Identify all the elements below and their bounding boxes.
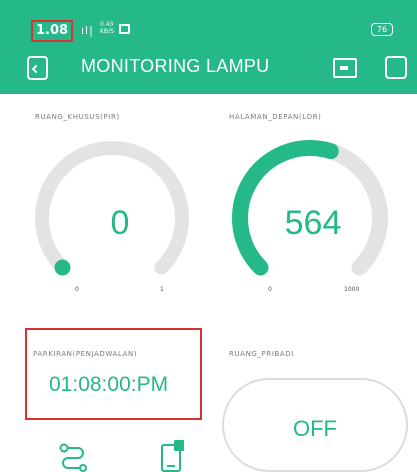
- gauge-pir-dot: [54, 259, 71, 276]
- app-toolbar: MONITORING LAMPU: [0, 46, 417, 94]
- back-icon[interactable]: [27, 56, 48, 80]
- battery-indicator: 76: [371, 23, 393, 36]
- gauge-pir-value: 0: [110, 204, 130, 242]
- status-time: 1.08: [36, 23, 69, 38]
- gauge-ldr-min: 0: [268, 286, 272, 293]
- status-bar: 1.08 ıl| 0.43 KB/S 76: [0, 0, 417, 46]
- signal-icon: ıl|: [81, 24, 94, 37]
- switch-label: RUANG_PRIBADI: [229, 350, 294, 358]
- ruang-pribadi-switch[interactable]: OFF: [222, 378, 408, 472]
- app-title: MONITORING LAMPU: [81, 56, 270, 76]
- schedule-label: PARKIRAN(PENJADWALAN): [33, 350, 138, 358]
- gauge-ldr-max: 1000: [344, 286, 360, 293]
- switch-state: OFF: [293, 416, 337, 441]
- gauge-pir-min: 0: [75, 286, 79, 293]
- gauge-pir-max: 1: [160, 286, 164, 293]
- phone-icon[interactable]: [160, 440, 186, 472]
- square-icon[interactable]: [385, 56, 407, 79]
- gauge-label-ldr: HALAMAN_DEPAN(LDR): [229, 113, 322, 121]
- gauge-label-pir: RUANG_KHUSUS(PIR): [35, 113, 120, 121]
- gauge-ldr-value: 564: [284, 204, 342, 242]
- route-icon[interactable]: [58, 442, 88, 472]
- notification-icon: [119, 24, 130, 34]
- network-speed: 0.43 KB/S: [100, 21, 114, 35]
- device-icon[interactable]: [333, 58, 357, 78]
- schedule-time[interactable]: 01:08:00:PM: [49, 373, 168, 397]
